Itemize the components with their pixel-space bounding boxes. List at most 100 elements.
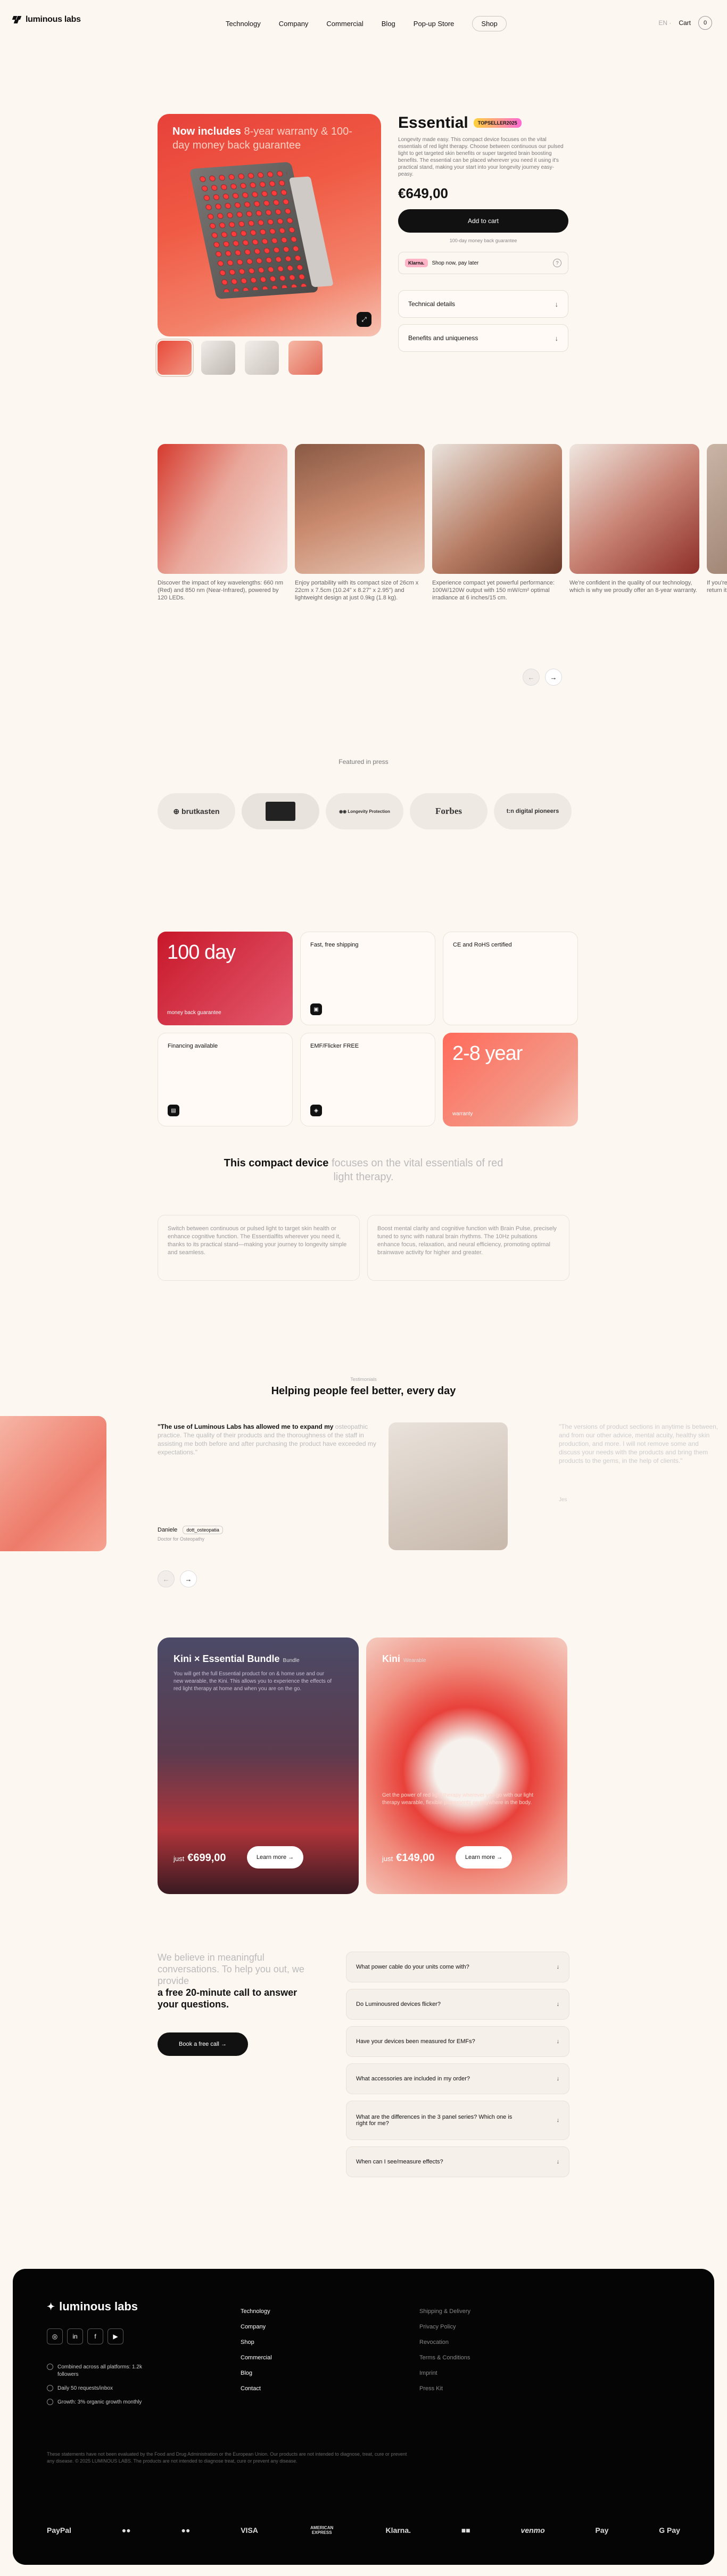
thumbnail[interactable] xyxy=(155,339,194,377)
device-intro: This compact device focuses on the vital… xyxy=(224,1157,503,1183)
klarna-banner[interactable]: Klarna. Shop now, pay later ? xyxy=(398,252,568,274)
footer-link[interactable]: Terms & Conditions xyxy=(419,2350,470,2366)
google-pay-logo: G Pay xyxy=(659,2526,680,2534)
faq-item[interactable]: What power cable do your units come with… xyxy=(346,1952,569,1982)
nav-company[interactable]: Company xyxy=(279,20,309,28)
footer-legal: Shipping & Delivery Privacy Policy Revoc… xyxy=(419,2304,470,2397)
testimonial-quote: "The use of Luminous Labs has allowed me… xyxy=(158,1423,376,1456)
arrow-left-icon[interactable]: ← xyxy=(523,669,540,686)
gallery-image xyxy=(432,444,562,574)
footer-logo[interactable]: ✦ luminous labs xyxy=(47,2300,138,2314)
thumbnail[interactable] xyxy=(245,341,279,375)
cart-count[interactable]: 0 xyxy=(698,16,712,30)
footer-link[interactable]: Privacy Policy xyxy=(419,2319,470,2335)
footer-link[interactable]: Shop xyxy=(241,2335,272,2350)
footer-link[interactable]: Shipping & Delivery xyxy=(419,2304,470,2319)
testimonial-next: "The versions of product sections in any… xyxy=(559,1423,718,1503)
gallery-card: Enjoy portability with its compact size … xyxy=(295,444,425,602)
benefits-accordion[interactable]: Benefits and uniqueness ↓ xyxy=(398,324,568,352)
bundle-card-kini-essential: Kini × Essential Bundle Bundle You will g… xyxy=(158,1637,359,1894)
testimonial-arrows: ← → xyxy=(158,1570,197,1587)
faq-item[interactable]: Do Luminousred devices flicker? ↓ xyxy=(346,1989,569,2020)
press-title: Featured in press xyxy=(338,758,389,766)
gallery-card: If you're not satisfied within 100 days,… xyxy=(707,444,727,602)
brand-logo[interactable]: luminous labs xyxy=(12,15,81,24)
feature-grid: 100 day money back guarantee Fast, free s… xyxy=(158,932,578,1126)
testimonial-card: "The use of Luminous Labs has allowed me… xyxy=(158,1422,381,1456)
guarantee-note: 100-day money back guarantee xyxy=(449,238,517,243)
learn-more-button[interactable]: Learn more → xyxy=(247,1846,303,1869)
footer-link[interactable]: Imprint xyxy=(419,2366,470,2381)
footer-link[interactable]: Commercial xyxy=(241,2350,272,2366)
youtube-icon[interactable]: ▶ xyxy=(108,2328,123,2344)
instagram-handle[interactable]: dott_osteopatia xyxy=(183,1526,223,1534)
technical-details-accordion[interactable]: Technical details ↓ xyxy=(398,290,568,318)
arrow-right-icon[interactable]: → xyxy=(180,1570,197,1587)
gallery-card: Experience compact yet powerful performa… xyxy=(432,444,562,602)
thumbnail-strip xyxy=(155,339,323,377)
footer-link[interactable]: Technology xyxy=(241,2304,272,2319)
social-links: ◎ in f ▶ xyxy=(47,2328,123,2344)
faq-item[interactable]: When can I see/measure effects? ↓ xyxy=(346,2146,569,2177)
arrow-left-icon[interactable]: ← xyxy=(158,1570,175,1587)
chevron-down-icon: ↓ xyxy=(555,334,559,342)
footer-link[interactable]: Company xyxy=(241,2319,272,2335)
mastercard-logo: ●● xyxy=(121,2526,131,2534)
arrow-right-icon[interactable]: → xyxy=(545,669,562,686)
cart-link[interactable]: Cart xyxy=(679,19,691,27)
payment-methods: PayPal ●● ●● VISA AMERICAN EXPRESS Klarn… xyxy=(47,2525,680,2535)
brand-mark-icon xyxy=(12,16,22,23)
nav-technology[interactable]: Technology xyxy=(226,20,261,28)
book-call-button[interactable]: Book a free call → xyxy=(158,2032,248,2056)
nav-blog[interactable]: Blog xyxy=(382,20,395,28)
footer-link[interactable]: Press Kit xyxy=(419,2381,470,2397)
product-panel: Essential TOPSELLER2025 Longevity made ea… xyxy=(398,114,568,352)
instagram-icon[interactable]: ◎ xyxy=(47,2328,63,2344)
venmo-logo: venmo xyxy=(521,2526,545,2534)
gallery-image xyxy=(569,444,699,574)
footer-nav: Technology Company Shop Commercial Blog … xyxy=(241,2304,272,2397)
info-icon[interactable]: ? xyxy=(553,259,561,267)
faq-item[interactable]: What are the differences in the 3 panel … xyxy=(346,2101,569,2140)
thumbnail[interactable] xyxy=(201,341,235,375)
press-logo-tv[interactable] xyxy=(242,793,319,829)
footer-link[interactable]: Revocation xyxy=(419,2335,470,2350)
press-logo-tn[interactable]: t:n digital pioneers xyxy=(494,793,572,829)
language-switch[interactable]: EN · xyxy=(658,19,671,27)
nav-popup-store[interactable]: Pop-up Store xyxy=(414,20,455,28)
press-logo-brutkasten[interactable]: ⊕ brutkasten xyxy=(158,793,235,829)
linkedin-icon[interactable]: in xyxy=(67,2328,83,2344)
nav-commercial[interactable]: Commercial xyxy=(326,20,363,28)
facebook-icon[interactable]: f xyxy=(87,2328,103,2344)
expand-icon[interactable]: ⤢ xyxy=(357,312,371,327)
certified-card: CE and RoHS certified xyxy=(443,932,578,1025)
learn-more-button[interactable]: Learn more → xyxy=(456,1846,512,1869)
press-logo-forbes[interactable]: Forbes xyxy=(410,793,488,829)
gallery-card: We're confident in the quality of our te… xyxy=(569,444,699,602)
add-to-cart-button[interactable]: Add to cart xyxy=(398,209,568,233)
faq-item[interactable]: Have your devices been measured for EMFs… xyxy=(346,2026,569,2057)
product-price: €649,00 xyxy=(398,185,448,201)
thumbnail[interactable] xyxy=(288,341,323,375)
money-back-card: 100 day money back guarantee xyxy=(158,932,293,1025)
footer-link[interactable]: Blog xyxy=(241,2366,272,2381)
footer-link[interactable]: Contact xyxy=(241,2381,272,2397)
testimonial-author: Daniele dott_osteopatia xyxy=(158,1526,223,1534)
press-logos: ⊕ brutkasten ◉◉ Longevity Protection For… xyxy=(158,793,572,829)
chevron-down-icon: ↓ xyxy=(555,300,559,308)
lifestyle-gallery: Discover the impact of key wavelengths: … xyxy=(158,444,727,602)
brand-mark-icon: ✦ xyxy=(47,2301,55,2312)
press-logo-longevity[interactable]: ◉◉ Longevity Protection xyxy=(326,793,403,829)
gallery-arrows: ← → xyxy=(523,669,562,686)
chevron-down-icon: ↓ xyxy=(556,1964,560,1970)
klarna-text: Shop now, pay later xyxy=(432,260,479,266)
klarna-logo: Klarna. xyxy=(405,259,428,267)
faq-item[interactable]: What accessories are included in my orde… xyxy=(346,2063,569,2094)
shop-button[interactable]: Shop xyxy=(472,16,507,31)
gallery-image xyxy=(295,444,425,574)
apple-pay-logo: Pay xyxy=(595,2526,609,2534)
chevron-down-icon: ↓ xyxy=(556,2001,560,2007)
shield-icon: ◈ xyxy=(310,1105,322,1116)
paypal-logo: PayPal xyxy=(47,2526,71,2534)
maestro-logo: ●● xyxy=(181,2526,191,2534)
